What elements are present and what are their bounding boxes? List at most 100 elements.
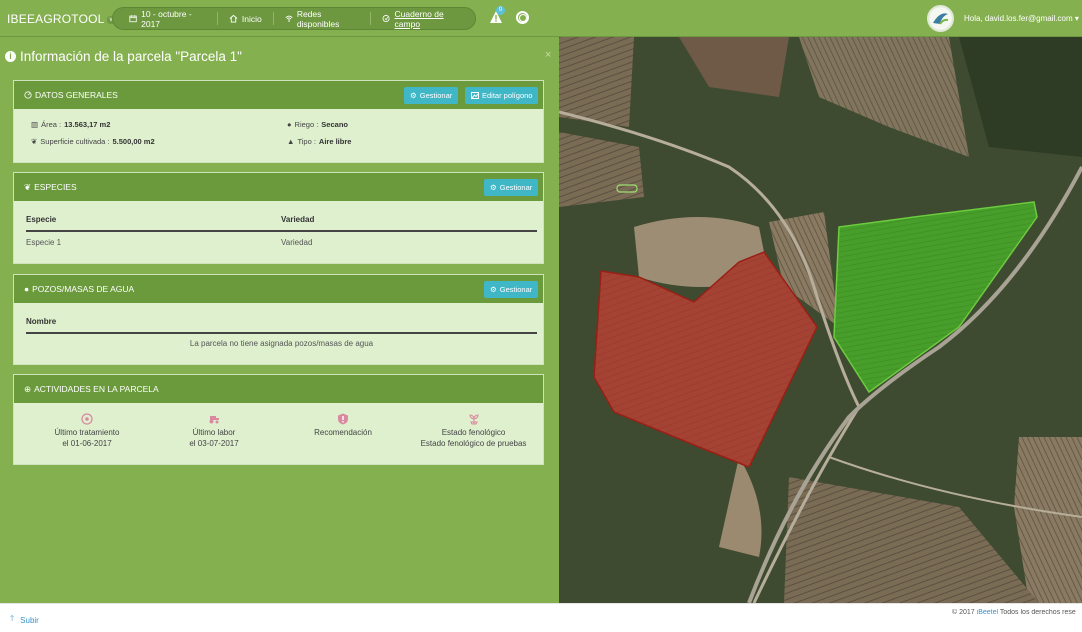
date-label: 10 - octubre - 2017 [141, 8, 192, 29]
species-table-header: Especie Variedad [26, 215, 537, 232]
gear-icon: ⚙ [490, 285, 497, 294]
user-menu[interactable]: Hola, david.los.fer@gmail.com ▾ [964, 14, 1079, 23]
irrigation-label: Riego : [294, 120, 319, 129]
edit-polygon-button[interactable]: Editar polígono [465, 87, 539, 104]
activity-title: Último tratamiento [54, 428, 120, 437]
area-value: 13.563,17 m2 [64, 120, 111, 129]
top-bar: IBEEAGROTOOLv1.5 10 - octubre - 2017 Ini… [0, 0, 1082, 37]
user-avatar[interactable] [927, 5, 954, 32]
leaf-icon: ❦ [24, 181, 32, 192]
gear-icon: ⚙ [490, 183, 497, 192]
brand-link[interactable]: iBeetel [977, 609, 998, 616]
avatar-logo-icon [929, 7, 952, 30]
nav-notebook-label: Cuaderno de campo [394, 8, 444, 29]
type-label: Tipo : [297, 137, 316, 146]
info-icon: i [5, 51, 16, 62]
nav-home-label: Inicio [241, 13, 262, 24]
manage-general-button[interactable]: ⚙ Gestionar [404, 87, 459, 104]
alert-count-badge: 0 [496, 6, 505, 15]
type-field: ▲ Tipo : Aire libre [287, 137, 351, 146]
satellite-map[interactable] [559, 37, 1082, 603]
notebook-icon [382, 15, 390, 22]
app-name: IBEEAGROTOOL [7, 12, 105, 26]
activity-title: Estado fenológico [441, 428, 506, 437]
activity-last-labor[interactable]: Último labor el 03-07-2017 [154, 413, 274, 449]
nav-networks-label: Redes disponibles [296, 8, 340, 29]
manage-wells-button[interactable]: ⚙ Gestionar [484, 281, 539, 298]
treatment-icon [81, 413, 93, 425]
col-species: Especie [26, 215, 57, 224]
plant-icon [468, 414, 479, 425]
irrigation-field: ● Riego : Secano [287, 120, 348, 129]
panel-title-text: Información de la parcela "Parcela 1" [20, 49, 242, 64]
species-title: ESPECIES [34, 182, 77, 192]
activity-last-treatment[interactable]: Último tratamiento el 01-06-2017 [27, 413, 147, 449]
cultivated-label: Superficie cultivada : [40, 137, 110, 146]
close-panel-button[interactable]: × [545, 49, 551, 61]
general-data-header: DATOS GENERALES ⚙ Gestionar Editar políg… [14, 81, 543, 109]
wells-header: ● POZOS/MASAS DE AGUA ⚙ Gestionar [14, 275, 543, 303]
dashboard-icon [24, 91, 32, 99]
general-data-title: DATOS GENERALES [35, 90, 118, 100]
col-variety: Variedad [281, 215, 315, 224]
manage-general-label: Gestionar [419, 91, 453, 100]
greenhouse-icon: ▲ [287, 137, 295, 146]
leaf-icon: ❦ [31, 137, 38, 146]
manage-species-button[interactable]: ⚙ Gestionar [484, 179, 539, 196]
wells-empty-message: La parcela no tiene asignada pozos/masas… [189, 339, 374, 348]
copyright: © 2017 iBeetel Todos los derechos rese [952, 609, 1082, 616]
col-name: Nombre [26, 317, 57, 326]
variety-cell: Variedad [281, 238, 313, 247]
map-canvas [559, 37, 1082, 603]
scroll-up-label: Subir [20, 615, 39, 625]
manage-species-label: Gestionar [499, 183, 533, 192]
home-icon [229, 14, 238, 23]
edit-polygon-label: Editar polígono [482, 91, 533, 100]
wells-table-header: Nombre [26, 317, 537, 334]
gear-icon: ⚙ [410, 91, 417, 100]
irrigation-value: Secano [321, 120, 348, 129]
activity-phenological[interactable]: Estado fenológico Estado fenológico de p… [411, 413, 536, 449]
nav-notebook[interactable]: Cuaderno de campo [370, 9, 475, 29]
general-data-card: DATOS GENERALES ⚙ Gestionar Editar políg… [13, 80, 544, 163]
activity-recommendation[interactable]: Recomendación [283, 413, 403, 438]
activities-title: ACTIVIDADES EN LA PARCELA [34, 384, 159, 394]
type-value: Aire libre [318, 137, 352, 146]
user-greeting: Hola, david.los.fer@gmail.com [964, 14, 1073, 23]
image-icon [471, 92, 479, 99]
tractor-icon [209, 416, 219, 424]
activity-detail: el 01-06-2017 [62, 439, 112, 448]
species-header: ❦ ESPECIES ⚙ Gestionar [14, 173, 543, 201]
activity-detail: el 03-07-2017 [189, 439, 239, 448]
activity-title: Recomendación [314, 428, 372, 437]
cultivated-field: ❦ Superficie cultivada : 5.500,00 m2 [31, 137, 155, 146]
cultivated-value: 5.500,00 m2 [112, 137, 155, 146]
recommendation-icon [338, 413, 348, 425]
wells-card: ● POZOS/MASAS DE AGUA ⚙ Gestionar Nombre… [13, 274, 544, 365]
app-logo[interactable]: IBEEAGROTOOLv1.5 [7, 12, 125, 26]
area-icon: ▥ [31, 120, 39, 129]
wifi-icon [285, 15, 293, 22]
nav-home[interactable]: Inicio [216, 12, 273, 25]
copyright-suffix: Todos los derechos rese [999, 609, 1076, 616]
help-icon[interactable] [516, 11, 529, 24]
area-label: Área : [41, 120, 62, 129]
activities-card: ⊕ ACTIVIDADES EN LA PARCELA Último trata… [13, 374, 544, 465]
scroll-up-link[interactable]: 🡑 Subir [10, 613, 39, 627]
water-drop-icon: ● [287, 120, 292, 129]
copyright-prefix: © 2017 [952, 609, 975, 616]
activity-title: Último labor [192, 428, 236, 437]
species-cell: Especie 1 [26, 238, 62, 247]
activity-detail: Estado fenológico de pruebas [420, 439, 527, 448]
date-display[interactable]: 10 - octubre - 2017 [129, 9, 217, 29]
wells-title: POZOS/MASAS DE AGUA [32, 284, 135, 294]
nav-networks[interactable]: Redes disponibles [272, 9, 371, 29]
area-field: ▥ Área : 13.563,17 m2 [31, 120, 110, 129]
species-card: ❦ ESPECIES ⚙ Gestionar Especie Variedad … [13, 172, 544, 264]
water-drop-icon: ● [24, 284, 30, 294]
arrow-up-icon: 🡑 [10, 614, 15, 623]
footer: 🡑 Subir © 2017 iBeetel Todos los derecho… [0, 603, 1082, 632]
top-nav: 10 - octubre - 2017 Inicio Redes disponi… [112, 7, 476, 30]
manage-wells-label: Gestionar [499, 285, 533, 294]
calendar-icon [129, 15, 137, 23]
